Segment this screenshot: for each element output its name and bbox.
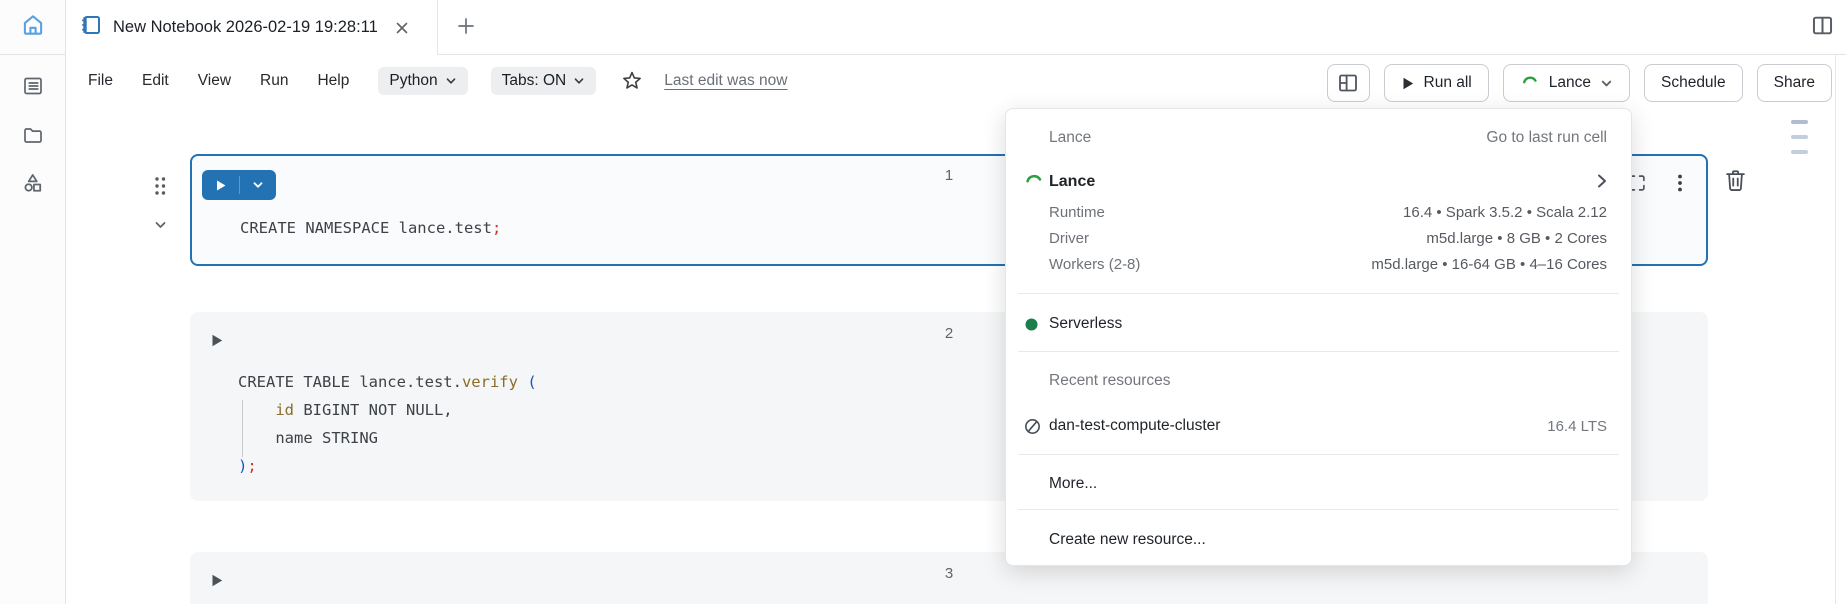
favorite-button[interactable] [619, 68, 645, 94]
drag-handle-icon[interactable] [151, 174, 169, 198]
notebook-icon [79, 13, 103, 42]
sidebar-item-objects[interactable] [19, 172, 47, 200]
tab-bar: New Notebook 2026-02-19 19:28:11 [66, 0, 1846, 55]
more-option[interactable]: More... [1006, 471, 1631, 497]
spinner-arc-icon [1023, 171, 1045, 193]
tabs-toggle[interactable]: Tabs: ON [491, 67, 597, 95]
split-view-button[interactable] [1808, 15, 1836, 41]
shapes-icon [20, 171, 45, 201]
panel-divider [1018, 509, 1619, 510]
resource-version: 16.4 LTS [1547, 418, 1607, 435]
cell-minimap[interactable] [1791, 120, 1808, 154]
schedule-label: Schedule [1661, 74, 1726, 92]
compute-label: Lance [1549, 74, 1591, 92]
more-label: More... [1049, 475, 1097, 493]
new-tab-button[interactable] [454, 16, 478, 40]
sidebar-item-folder[interactable] [19, 123, 47, 151]
collapse-cell-icon[interactable] [153, 219, 168, 231]
chevron-down-icon [573, 75, 585, 87]
run-cell-play-icon[interactable] [210, 573, 225, 588]
compute-selector-button[interactable]: Lance [1503, 64, 1630, 102]
left-sidebar [0, 0, 66, 604]
plus-icon [456, 16, 476, 41]
tabs-label: Tabs: ON [502, 72, 567, 90]
minimap-cell-marker [1791, 150, 1808, 154]
compute-detail-row: Workers (2-8)m5d.large • 16-64 GB • 4–16… [1049, 251, 1607, 277]
star-icon [620, 69, 644, 93]
run-cell-play-icon[interactable] [203, 170, 239, 200]
run-options-chevron-icon[interactable] [240, 170, 276, 200]
recent-resource-item[interactable]: dan-test-compute-cluster 16.4 LTS [1006, 413, 1631, 439]
sidebar-item-home[interactable] [0, 0, 65, 55]
panel-divider [1018, 454, 1619, 455]
menu-run[interactable]: Run [260, 68, 288, 94]
create-new-resource-option[interactable]: Create new resource... [1006, 527, 1631, 553]
code-editor[interactable]: CREATE TABLE lance.test.verify ( id BIGI… [238, 368, 537, 480]
compute-detail-row: Driverm5d.large • 8 GB • 2 Cores [1049, 225, 1607, 251]
layout-view-button[interactable] [1327, 64, 1370, 102]
panel-title: Lance [1049, 129, 1091, 147]
tab-title: New Notebook 2026-02-19 19:28:11 [113, 18, 378, 37]
compute-name: Lance [1049, 173, 1095, 191]
panel-divider [1018, 351, 1619, 352]
chevron-down-icon [1600, 77, 1613, 90]
right-panel-divider [1835, 55, 1836, 604]
compute-dropdown-panel: Lance Go to last run cell Lance Runtime1… [1005, 108, 1632, 566]
compute-detail-row: Runtime16.4 • Spark 3.5.2 • Scala 2.12 [1049, 199, 1607, 225]
menu-help[interactable]: Help [317, 68, 349, 94]
folder-icon [21, 123, 45, 152]
serverless-label: Serverless [1049, 315, 1122, 333]
create-new-resource-label: Create new resource... [1049, 531, 1206, 549]
chevron-down-icon [445, 75, 457, 87]
attached-compute-item[interactable]: Lance [1006, 167, 1631, 197]
sidebar-item-contents[interactable] [19, 74, 47, 102]
chevron-right-icon [1594, 173, 1609, 194]
kebab-menu-icon[interactable] [1670, 172, 1690, 194]
run-cell-play-icon[interactable] [210, 333, 225, 348]
language-selector[interactable]: Python [378, 67, 467, 95]
recent-resources-title: Recent resources [1049, 372, 1170, 390]
play-icon [1401, 76, 1415, 91]
notebook-tab[interactable]: New Notebook 2026-02-19 19:28:11 [66, 0, 438, 55]
code-editor[interactable]: CREATE NAMESPACE lance.test; [240, 214, 501, 242]
menu-edit[interactable]: Edit [142, 68, 169, 94]
cell-number: 3 [945, 565, 953, 582]
resource-name: dan-test-compute-cluster [1049, 417, 1220, 435]
serverless-status-dot [1025, 318, 1038, 331]
language-label: Python [389, 72, 437, 90]
home-icon [20, 12, 46, 43]
notebook-app: New Notebook 2026-02-19 19:28:11 [0, 0, 1846, 604]
run-all-button[interactable]: Run all [1384, 64, 1489, 102]
compute-details: Runtime16.4 • Spark 3.5.2 • Scala 2.12Dr… [1049, 199, 1607, 277]
cell-number: 1 [945, 167, 953, 184]
menu-view[interactable]: View [198, 68, 231, 94]
run-all-label: Run all [1424, 74, 1472, 92]
minimap-cell-marker [1791, 135, 1808, 139]
go-to-last-run-cell-link[interactable]: Go to last run cell [1486, 129, 1607, 147]
table-of-contents-icon [21, 74, 45, 103]
layout-grid-icon [1336, 71, 1360, 95]
spinner-arc-icon [1520, 73, 1540, 93]
panel-divider [1018, 293, 1619, 294]
run-cell-split-button[interactable] [202, 170, 276, 200]
menu-file[interactable]: File [88, 68, 113, 94]
minimap-cell-marker [1791, 120, 1808, 124]
delete-cell-icon[interactable] [1722, 166, 1750, 194]
split-view-icon [1810, 13, 1835, 43]
share-label: Share [1774, 74, 1815, 92]
schedule-button[interactable]: Schedule [1644, 64, 1743, 102]
last-edit-status[interactable]: Last edit was now [664, 72, 787, 90]
share-button[interactable]: Share [1757, 64, 1832, 102]
serverless-option[interactable]: Serverless [1006, 311, 1631, 337]
notebook-toolbar: File Edit View Run Help Python Tabs: ON … [66, 55, 1846, 103]
close-tab-icon[interactable] [391, 17, 413, 39]
cell-number: 2 [945, 325, 953, 342]
cluster-icon [1023, 417, 1042, 436]
